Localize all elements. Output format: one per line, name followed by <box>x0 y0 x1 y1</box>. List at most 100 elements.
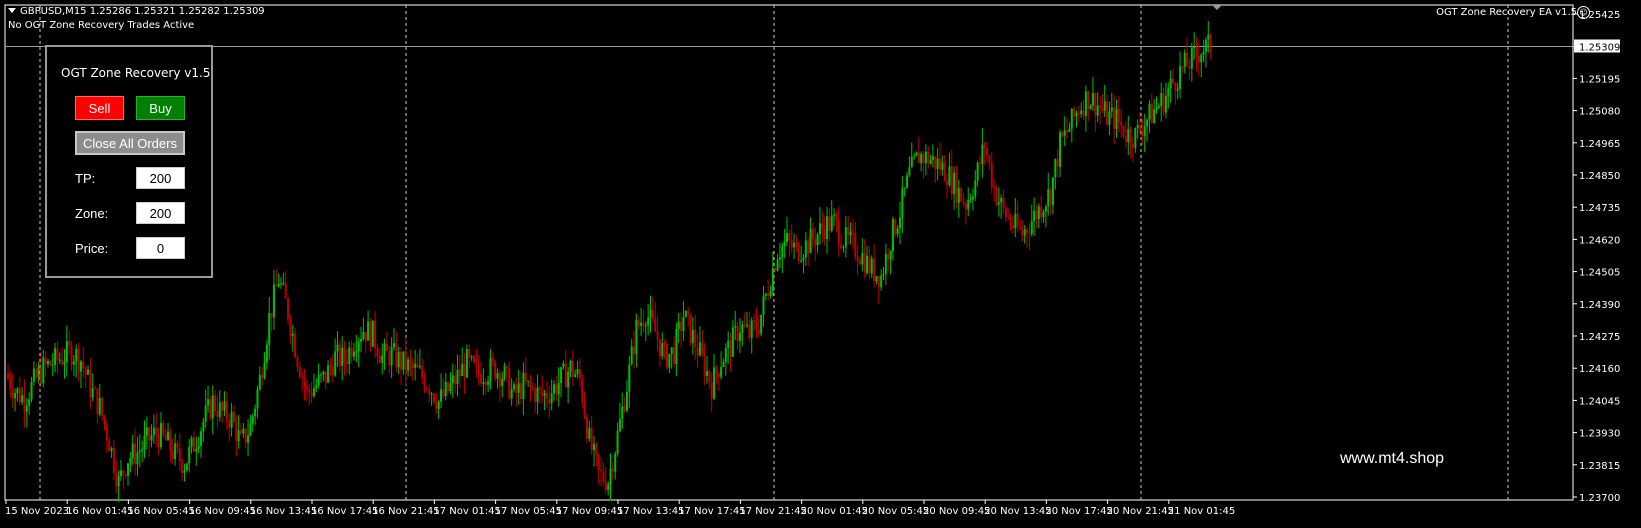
candle-body <box>1073 108 1076 117</box>
candle-body <box>84 368 87 375</box>
candle-body <box>809 228 812 254</box>
candle-body <box>614 453 617 472</box>
y-tick-label: 1.24965 <box>1579 139 1620 150</box>
candle-body <box>611 468 614 472</box>
x-tick-label: 17 Nov 17:45 <box>678 506 745 517</box>
candle-body <box>969 199 972 201</box>
candle-body <box>44 357 47 364</box>
candle-body <box>618 418 621 432</box>
candle-body <box>1094 93 1097 116</box>
candle-body <box>873 258 876 282</box>
sell-button[interactable]: Sell <box>75 96 124 120</box>
candle-body <box>296 357 299 367</box>
candle-body <box>225 401 228 421</box>
candle-body <box>411 362 414 368</box>
candle-body <box>294 333 297 358</box>
candle-body <box>56 348 59 360</box>
candle-body <box>858 261 861 265</box>
candle-body <box>343 347 346 363</box>
candle-body <box>849 231 852 236</box>
candle-body <box>1101 107 1104 111</box>
y-tick-label: 1.25080 <box>1579 107 1620 118</box>
ea-control-panel: OGT Zone Recovery v1.5 Sell Buy Close Al… <box>45 45 213 278</box>
candle-body <box>1087 91 1090 109</box>
candle-body <box>781 246 784 258</box>
candle-body <box>854 232 857 257</box>
candle-body <box>270 313 273 318</box>
candle-body <box>882 273 885 276</box>
candle-body <box>381 355 384 363</box>
candle-body <box>96 388 99 415</box>
candle-body <box>574 374 577 377</box>
buy-button[interactable]: Buy <box>136 96 185 120</box>
smiley-icon[interactable]: ☺ <box>1577 6 1590 19</box>
candle-body <box>917 152 920 164</box>
candle-body <box>444 381 447 397</box>
candle-body <box>263 362 266 378</box>
candle-body <box>383 343 386 356</box>
candle-body <box>736 326 739 342</box>
candle-body <box>258 374 261 390</box>
candle-body <box>331 366 334 376</box>
candle-body <box>1044 206 1047 212</box>
close-all-orders-button[interactable]: Close All Orders <box>75 131 185 155</box>
candle-body <box>119 470 122 477</box>
candle-body <box>402 351 405 370</box>
candle-body <box>715 367 718 374</box>
candle-body <box>1129 129 1132 145</box>
candle-body <box>1153 109 1156 123</box>
candle-body <box>774 268 777 271</box>
candle-body <box>1186 52 1189 67</box>
candle-body <box>840 244 843 249</box>
candle-body <box>576 369 579 375</box>
price-chart[interactable]: 1.254251.253091.251951.250801.249651.248… <box>0 0 1641 528</box>
candle-body <box>70 345 73 365</box>
candle-body <box>701 342 704 354</box>
candle-body <box>1103 101 1106 111</box>
candle-body <box>545 392 548 400</box>
candle-body <box>868 255 871 274</box>
candle-body <box>454 375 457 385</box>
candle-body <box>553 384 556 394</box>
candle-body <box>1019 227 1022 229</box>
candle-body <box>560 367 563 384</box>
candle-body <box>484 381 487 385</box>
zone-input[interactable] <box>136 202 185 224</box>
candle-body <box>352 351 355 357</box>
candle-body <box>110 448 113 452</box>
candle-body <box>738 332 741 342</box>
candle-body <box>65 341 68 363</box>
candle-body <box>524 372 527 382</box>
candle-body <box>1162 93 1165 113</box>
candle-body <box>430 393 433 395</box>
candle-body <box>835 214 838 220</box>
candle-body <box>677 321 680 329</box>
candle-body <box>37 367 40 378</box>
candle-body <box>1099 105 1102 108</box>
candle-body <box>192 437 195 452</box>
candle-body <box>169 431 172 452</box>
candle-body <box>1068 128 1071 132</box>
candle-body <box>374 320 377 348</box>
candle-body <box>242 428 245 434</box>
candle-body <box>673 347 676 365</box>
candle-body <box>941 162 944 170</box>
candle-body <box>616 431 619 454</box>
candle-body <box>844 227 847 248</box>
candle-body <box>155 427 158 435</box>
x-tick-label: 16 Nov 05:45 <box>127 506 194 517</box>
y-tick-label: 1.23700 <box>1579 493 1620 504</box>
dropdown-triangle-icon[interactable] <box>8 8 16 13</box>
candle-body <box>315 385 318 389</box>
candle-body <box>458 369 461 376</box>
candle-body <box>790 240 793 248</box>
candle-body <box>924 151 927 164</box>
candle-body <box>1023 229 1026 236</box>
tp-input[interactable] <box>136 167 185 189</box>
candle-body <box>875 276 878 282</box>
price-input[interactable] <box>136 237 185 259</box>
candle-body <box>896 228 899 235</box>
candle-body <box>1139 125 1142 132</box>
candle-body <box>821 223 824 229</box>
candle-body <box>837 219 840 245</box>
